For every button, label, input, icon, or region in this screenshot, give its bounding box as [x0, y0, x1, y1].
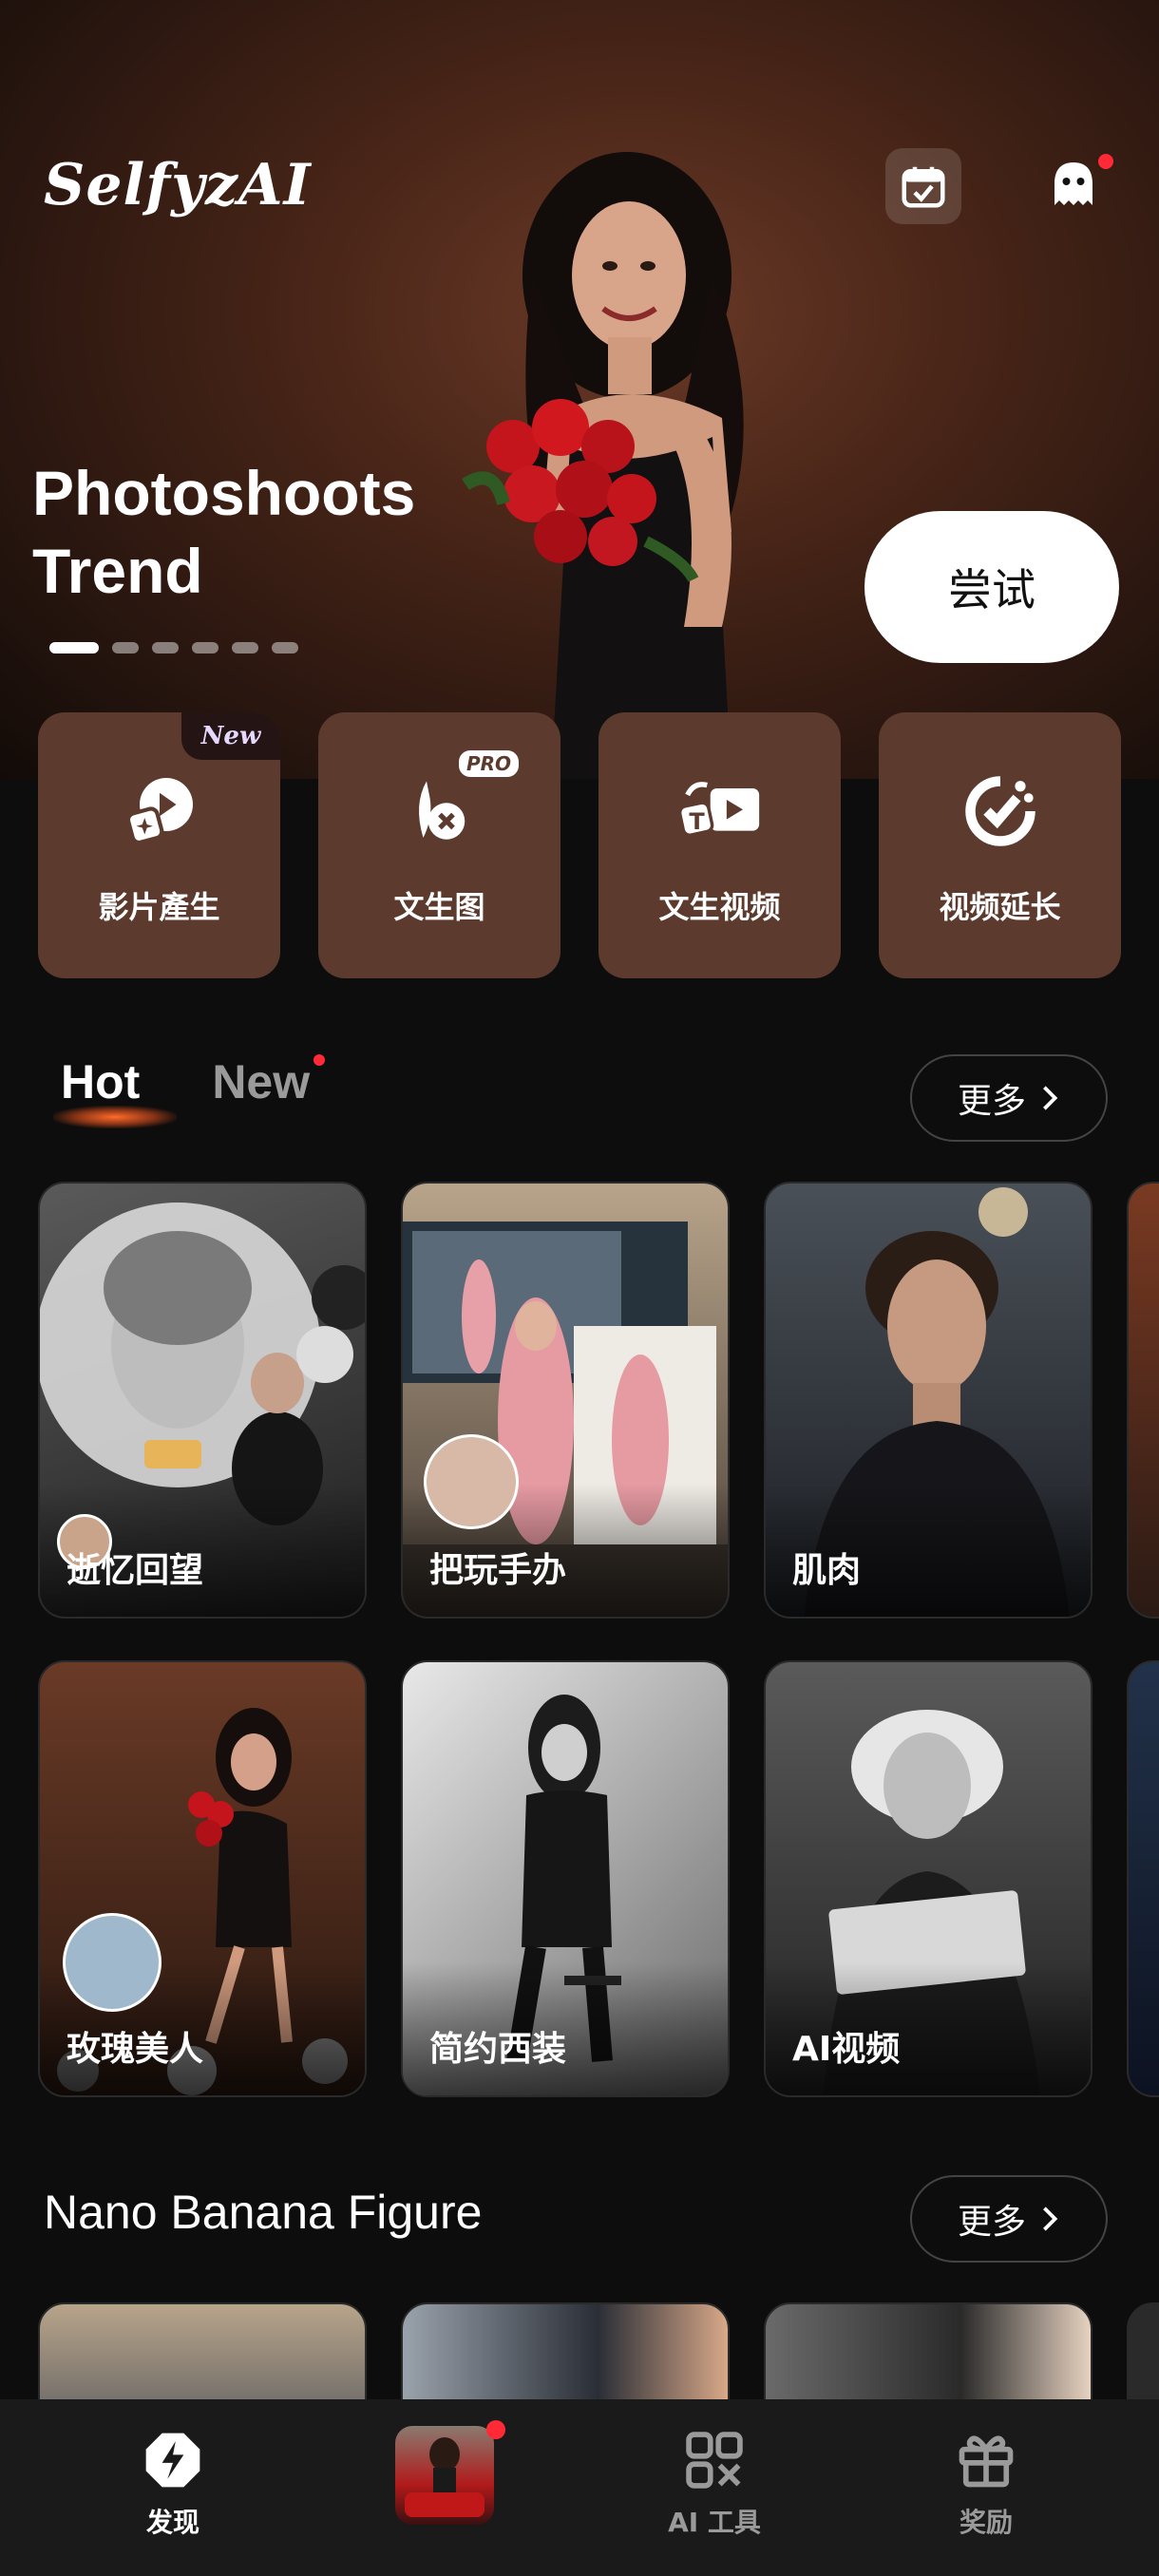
template-card-muscle[interactable]: 肌肉: [764, 1182, 1092, 1619]
tool-video-generation[interactable]: New 影片產生: [38, 712, 280, 978]
tab-hot[interactable]: Hot: [53, 1054, 177, 1128]
tab-new[interactable]: New: [212, 1054, 326, 1109]
hero-banner[interactable]: SelfyzAI Photoshoots Trend 尝试: [0, 0, 1159, 779]
tool-video-extend[interactable]: 视频延长: [879, 712, 1121, 978]
tool-label: 文生视频: [658, 889, 781, 925]
bottom-navigation: 发现 AI 工具 奖励: [0, 2399, 1159, 2576]
pro-badge: PRO: [459, 750, 520, 777]
try-button[interactable]: 尝试: [864, 511, 1119, 663]
hot-more-button[interactable]: 更多: [910, 1054, 1108, 1142]
new-badge: New: [181, 712, 280, 760]
tool-text-to-image[interactable]: PRO 文生图: [318, 712, 560, 978]
nav-label: 发现: [145, 2507, 200, 2538]
tool-label: 文生图: [393, 889, 485, 925]
nav-label: 奖励: [959, 2507, 1013, 2538]
gift-icon: [959, 2435, 1014, 2488]
discover-icon: [145, 2433, 200, 2488]
template-card-ai-video[interactable]: AI视频: [764, 1660, 1092, 2097]
nav-rewards[interactable]: 奖励: [891, 2428, 1081, 2540]
user-avatar: [424, 1434, 519, 1529]
card-caption: 肌肉: [792, 1551, 862, 1590]
tool-label: 视频延长: [939, 889, 1061, 925]
ai-tools-icon: [686, 2432, 743, 2489]
profile-thumbnail: [395, 2426, 494, 2525]
carousel-dot[interactable]: [232, 642, 258, 653]
carousel-dot[interactable]: [112, 642, 139, 653]
nav-label: AI 工具: [668, 2507, 761, 2538]
tool-label: 影片產生: [98, 889, 220, 925]
card-caption: 逝忆回望: [66, 1551, 204, 1590]
tab-notification-dot: [314, 1054, 326, 1066]
chevron-right-icon: [1043, 2207, 1058, 2231]
carousel-dot[interactable]: [152, 642, 179, 653]
carousel-indicator: [49, 642, 298, 653]
template-card-partial[interactable]: [1127, 1182, 1159, 1619]
calendar-button[interactable]: [885, 148, 961, 224]
template-card-figure[interactable]: 把玩手办: [401, 1182, 730, 1619]
tool-shortcuts: New 影片產生 PRO 文生图 T 文生视频 视频延长: [38, 712, 1121, 978]
svg-text:T: T: [689, 808, 705, 835]
card-caption: 把玩手办: [429, 1551, 567, 1590]
hero-model-illustration: [462, 152, 744, 779]
template-card-partial[interactable]: [1127, 1660, 1159, 2097]
chat-notification-dot: [1098, 154, 1113, 169]
card-caption: AI视频: [792, 2030, 901, 2069]
nav-profile-thumbnail[interactable]: [350, 2420, 540, 2525]
user-avatar: [63, 1913, 162, 2012]
nav-discover[interactable]: 发现: [78, 2428, 268, 2540]
text-to-image-icon: [418, 781, 465, 840]
hero-title: Photoshoots Trend: [32, 458, 416, 606]
app-screen: SelfyzAI Photoshoots Trend 尝试 New 影片產生 P…: [0, 0, 1159, 2576]
nano-banana-more-button[interactable]: 更多: [910, 2175, 1108, 2263]
category-tabs: Hot New: [53, 1054, 326, 1128]
section-title: Nano Banana Figure: [44, 2186, 483, 2239]
calendar-check-icon: [902, 166, 945, 208]
profile-notification-dot: [486, 2420, 505, 2439]
card-caption: 玫瑰美人: [66, 2030, 204, 2069]
template-card-rose-beauty[interactable]: 玫瑰美人: [38, 1660, 367, 2097]
carousel-dot[interactable]: [272, 642, 298, 653]
video-extend-icon: [964, 776, 1036, 846]
video-spark-icon: [125, 778, 193, 845]
template-card-memory[interactable]: 逝忆回望: [38, 1182, 367, 1619]
active-tab-indicator: [53, 1106, 177, 1128]
chat-button[interactable]: [1036, 148, 1113, 224]
text-to-video-icon: T: [677, 782, 759, 837]
nav-ai-tools[interactable]: AI 工具: [619, 2428, 809, 2540]
carousel-dot[interactable]: [192, 642, 218, 653]
template-card-simple-suit[interactable]: 简约西装: [401, 1660, 730, 2097]
carousel-dot[interactable]: [49, 642, 99, 653]
card-caption: 简约西装: [429, 2030, 567, 2069]
app-logo: SelfyzAI: [44, 152, 312, 218]
chevron-right-icon: [1043, 1086, 1058, 1110]
ghost-chat-icon: [1054, 162, 1092, 205]
tool-text-to-video[interactable]: T 文生视频: [598, 712, 841, 978]
